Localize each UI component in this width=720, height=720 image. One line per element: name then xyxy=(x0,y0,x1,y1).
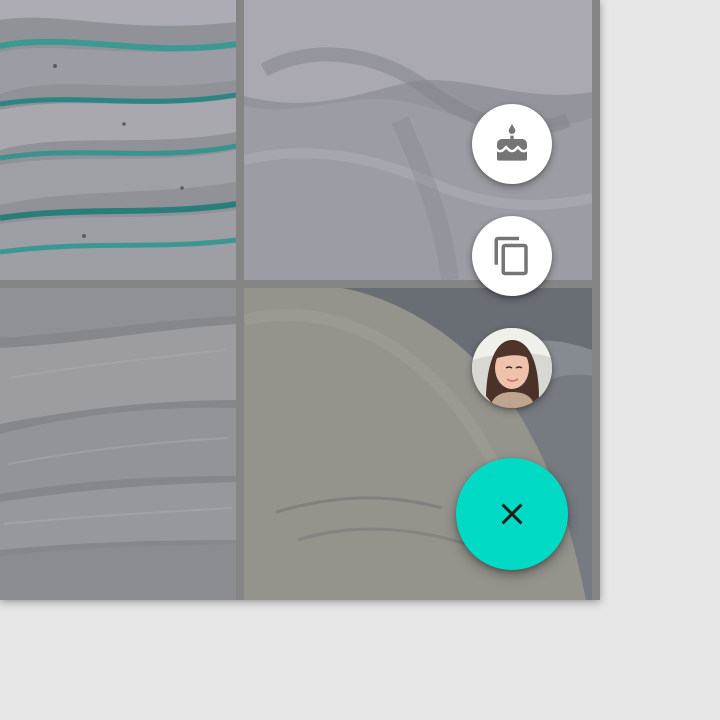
aerial-snow-water-image xyxy=(0,0,236,280)
avatar-action-button[interactable] xyxy=(472,328,552,408)
copy-icon xyxy=(491,235,533,277)
close-speed-dial-button[interactable] xyxy=(456,458,568,570)
cake-action-button[interactable] xyxy=(472,104,552,184)
photo-tile-sand-dunes[interactable] xyxy=(0,288,236,600)
avatar xyxy=(472,328,552,408)
page xyxy=(0,0,720,720)
cake-icon xyxy=(492,124,532,164)
app-screen xyxy=(0,0,600,600)
photo-tile-aerial-snow-water[interactable] xyxy=(0,0,236,280)
copy-action-button[interactable] xyxy=(472,216,552,296)
close-icon xyxy=(494,496,530,532)
sand-dunes-image xyxy=(0,288,236,600)
